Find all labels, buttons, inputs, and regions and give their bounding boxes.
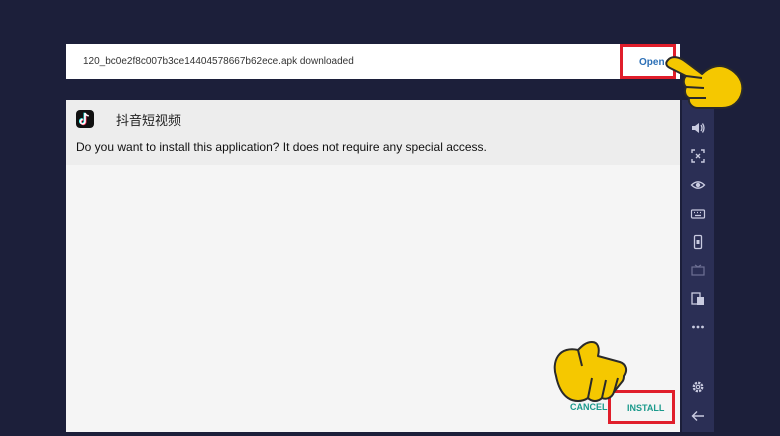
download-toast: 120_bc0e2f8c007b3ce14404578667b62ece.apk…: [66, 44, 680, 79]
phone-icon[interactable]: [690, 234, 706, 250]
pointing-hand-icon: [665, 56, 744, 109]
pointing-hand-icon: [553, 341, 628, 402]
volume-icon[interactable]: [690, 120, 706, 136]
emulator-sidebar: [682, 100, 714, 432]
keyboard-icon[interactable]: [690, 206, 706, 222]
install-button-label: INSTALL: [627, 403, 665, 413]
install-question: Do you want to install this application?…: [76, 140, 487, 154]
tiktok-app-icon: [76, 110, 94, 128]
back-icon[interactable]: [690, 408, 706, 424]
download-filename-text: 120_bc0e2f8c007b3ce14404578667b62ece.apk…: [83, 56, 354, 67]
settings-icon[interactable]: [690, 379, 706, 395]
screenshot-icon[interactable]: [690, 148, 706, 164]
more-icon[interactable]: [690, 319, 706, 335]
media-icon[interactable]: [690, 262, 706, 278]
eye-icon[interactable]: [690, 177, 706, 193]
app-name: 抖音短视频: [116, 113, 182, 128]
dialog-header: 抖音短视频 Do you want to install this applic…: [66, 100, 680, 165]
copy-icon[interactable]: [690, 291, 706, 307]
